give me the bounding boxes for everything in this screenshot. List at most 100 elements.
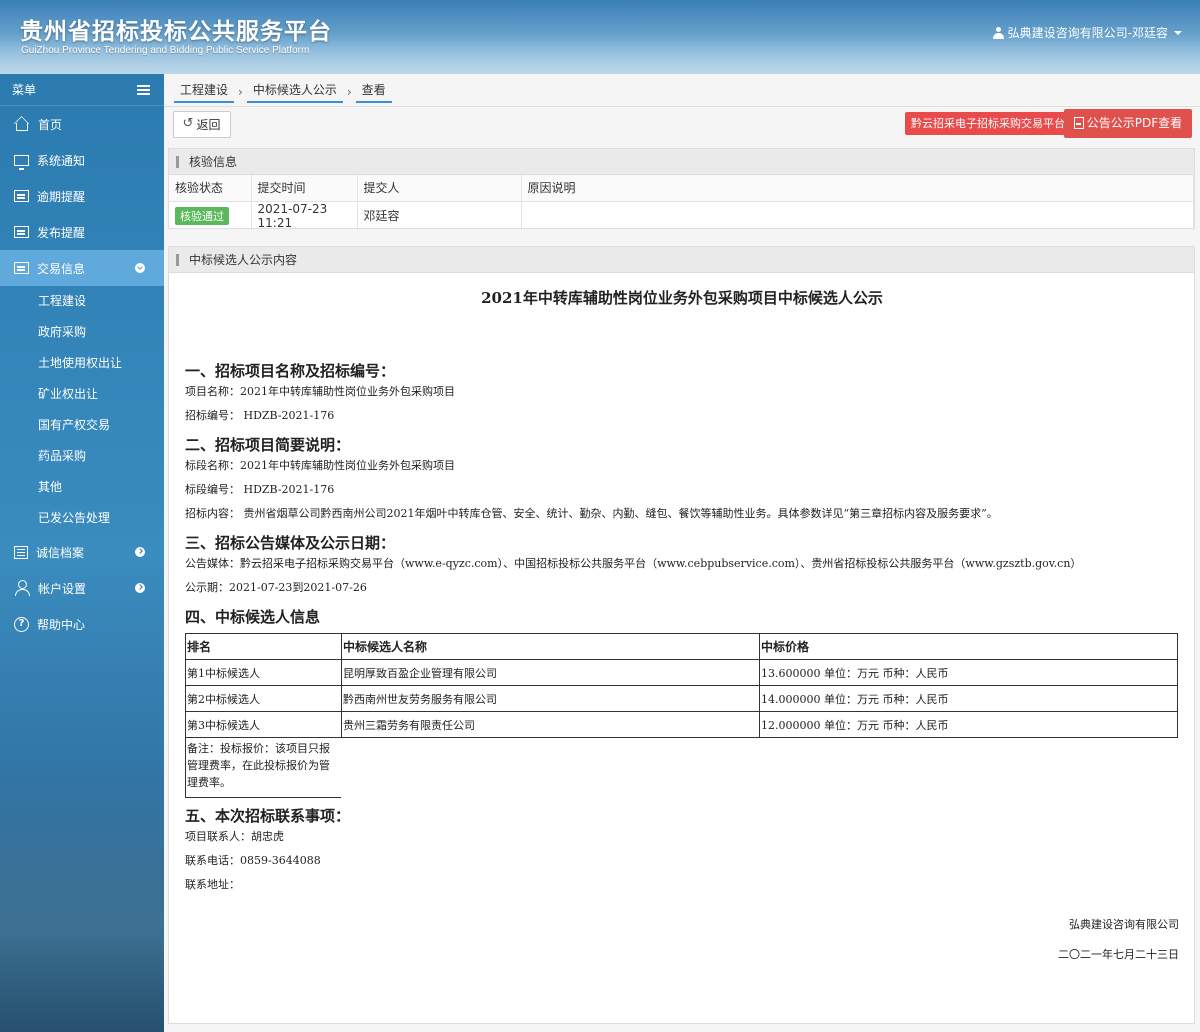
sidebar-background bbox=[0, 772, 164, 1032]
breadcrumb-candidates[interactable]: 中标候选人公示 bbox=[246, 81, 343, 103]
sidebar-item-label: 首页 bbox=[38, 117, 63, 132]
candidate-table: 排名 中标候选人名称 中标价格 第1中标候选人 昆明厚致百盈企业管理有限公司 1… bbox=[185, 633, 1178, 738]
submit-time: 2021-07-23 11:21 bbox=[251, 201, 358, 230]
paragraph: 联系电话：0859-3644088 bbox=[185, 854, 321, 867]
section-heading: 一、招标项目名称及招标编号： bbox=[185, 362, 396, 380]
sidebar-item-notices[interactable]: 系统通知 bbox=[0, 142, 164, 178]
breadcrumb-view[interactable]: 查看 bbox=[355, 81, 392, 103]
paragraph: 招标编号： HDZB-2021-176 bbox=[185, 409, 335, 422]
section-heading: 三、招标公告媒体及公示日期： bbox=[185, 534, 396, 552]
table-row: 第2中标候选人 黔西南州世友劳务服务有限公司 14.000000 单位：万元 币… bbox=[185, 685, 1178, 712]
sidebar-item-publish[interactable]: 发布提醒 bbox=[0, 214, 164, 250]
back-label: 返回 bbox=[196, 118, 221, 132]
paragraph: 招标内容： 贵州省烟草公司黔西南州公司2021年烟叶中转库仓管、安全、统计、勤杂… bbox=[185, 507, 998, 520]
hamburger-icon[interactable] bbox=[137, 85, 150, 95]
column-header: 提交时间 bbox=[251, 175, 358, 202]
table-row: 第3中标候选人 贵州三霜劳务有限责任公司 12.000000 单位：万元 币种：… bbox=[185, 711, 1178, 738]
user-menu[interactable]: 弘典建设咨询有限公司-邓廷容 bbox=[992, 24, 1182, 41]
help-icon: ? bbox=[14, 616, 29, 632]
subnav-land-use[interactable]: 土地使用权出让 bbox=[0, 348, 164, 379]
note: 备注：投标报价：该项目只报管理费率，在此投标报价为管理费率。 bbox=[185, 738, 341, 798]
subnav-mining[interactable]: 矿业权出让 bbox=[0, 379, 164, 410]
paragraph: 标段编号： HDZB-2021-176 bbox=[185, 483, 335, 496]
sidebar-item-credit[interactable]: 诚信档案 bbox=[0, 534, 164, 570]
site-subtitle: GuiZhou Province Tendering and Bidding P… bbox=[21, 45, 310, 56]
section-heading: 四、中标候选人信息 bbox=[185, 608, 321, 626]
content-panel: 中标候选人公示内容 2021年中转库辅助性岗位业务外包采购项目中标候选人公示 一… bbox=[168, 246, 1195, 1024]
sidebar-item-home[interactable]: 首页 bbox=[0, 106, 164, 142]
verify-table-header: 核验状态 提交时间 提交人 原因说明 bbox=[169, 175, 1194, 202]
toolbar: 返回 黔云招采电子招标采购交易平台 公告公示PDF查看 bbox=[164, 106, 1200, 142]
sidebar-item-account[interactable]: 帐户设置 bbox=[0, 570, 164, 606]
subnav-engineering[interactable]: 工程建设 bbox=[0, 286, 164, 317]
sidebar-item-label: 逾期提醒 bbox=[37, 189, 86, 204]
column-header: 核验状态 bbox=[169, 175, 252, 202]
main-content: 工程建设 › 中标候选人公示 › 查看 返回 黔云招采电子招标采购交易平台 公告… bbox=[164, 74, 1200, 1032]
price-cell: 14.000000 单位：万元 币种：人民币 bbox=[759, 685, 1178, 712]
paragraph: 项目联系人：胡忠虎 bbox=[185, 830, 284, 843]
monitor-icon bbox=[14, 154, 29, 170]
verify-panel: 核验信息 核验状态 提交时间 提交人 原因说明 核验通过 2021-07-23 … bbox=[168, 148, 1195, 230]
back-button[interactable]: 返回 bbox=[173, 111, 231, 138]
breadcrumb-engineering[interactable]: 工程建设 bbox=[174, 81, 235, 103]
column-header: 原因说明 bbox=[521, 175, 1194, 202]
sidebar-item-label: 帮助中心 bbox=[37, 617, 86, 632]
subnav-gov-procurement[interactable]: 政府采购 bbox=[0, 317, 164, 348]
chevron-right-icon: › bbox=[346, 85, 352, 99]
sidebar-item-label: 交易信息 bbox=[37, 261, 86, 276]
content-panel-title: 中标候选人公示内容 bbox=[169, 247, 1194, 273]
status-cell: 核验通过 bbox=[169, 201, 252, 230]
subnav-processed[interactable]: 已发公告处理 bbox=[0, 503, 164, 534]
subnav-other[interactable]: 其他 bbox=[0, 472, 164, 503]
box-icon bbox=[14, 190, 29, 202]
pdf-icon bbox=[1073, 117, 1084, 129]
candidate-table-header: 排名 中标候选人名称 中标价格 bbox=[185, 633, 1178, 660]
subnav-medicine[interactable]: 药品采购 bbox=[0, 441, 164, 472]
column-header: 中标价格 bbox=[759, 633, 1178, 660]
user-name: 弘典建设咨询有限公司-邓廷容 bbox=[1007, 26, 1168, 40]
top-header: 贵州省招标投标公共服务平台 GuiZhou Province Tendering… bbox=[0, 0, 1200, 74]
sidebar-item-overdue[interactable]: 逾期提醒 bbox=[0, 178, 164, 214]
name-cell: 黔西南州世友劳务服务有限公司 bbox=[341, 685, 760, 712]
pdf-label: 公告公示PDF查看 bbox=[1086, 116, 1183, 130]
site-title: 贵州省招标投标公共服务平台 bbox=[20, 19, 332, 45]
signer: 弘典建设咨询有限公司 bbox=[1069, 918, 1179, 931]
rank-cell: 第1中标候选人 bbox=[185, 659, 342, 686]
rank-cell: 第3中标候选人 bbox=[185, 711, 342, 738]
sidebar-item-help[interactable]: ? 帮助中心 bbox=[0, 606, 164, 642]
section-heading: 五、本次招标联系事项： bbox=[185, 807, 351, 825]
sidebar-item-trade-info[interactable]: 交易信息 bbox=[0, 250, 164, 286]
price-cell: 12.000000 单位：万元 币种：人民币 bbox=[759, 711, 1178, 738]
trade-info-submenu: 工程建设 政府采购 土地使用权出让 矿业权出让 国有产权交易 药品采购 其他 已… bbox=[0, 286, 164, 534]
subnav-state-assets[interactable]: 国有产权交易 bbox=[0, 410, 164, 441]
sidebar-item-label: 系统通知 bbox=[37, 153, 86, 168]
home-icon bbox=[16, 123, 28, 131]
chevron-right-icon: › bbox=[238, 85, 243, 99]
user-icon bbox=[992, 26, 1004, 39]
price-cell: 13.600000 单位：万元 币种：人民币 bbox=[759, 659, 1178, 686]
menu-header: 菜单 bbox=[0, 74, 164, 106]
user-icon bbox=[14, 580, 30, 596]
menu-label: 菜单 bbox=[12, 83, 37, 97]
paragraph: 标段名称：2021年中转库辅助性岗位业务外包采购项目 bbox=[185, 459, 455, 472]
chevron-down-icon bbox=[1174, 30, 1182, 35]
sidebar-item-label: 诚信档案 bbox=[36, 545, 85, 560]
column-header: 中标候选人名称 bbox=[341, 633, 760, 660]
sidebar-item-label: 发布提醒 bbox=[37, 225, 86, 240]
reason bbox=[521, 201, 1194, 230]
section-heading: 二、招标项目简要说明： bbox=[185, 436, 351, 454]
pdf-view-button[interactable]: 公告公示PDF查看 bbox=[1064, 109, 1192, 138]
paragraph: 公示期：2021-07-23到2021-07-26 bbox=[185, 581, 367, 594]
column-header: 排名 bbox=[185, 633, 342, 660]
box-icon bbox=[14, 226, 29, 238]
sidebar: 菜单 首页 系统通知 逾期提醒 发布提醒 交易信息 工程建设 政府采购 土地使用… bbox=[0, 74, 164, 1032]
table-row: 第1中标候选人 昆明厚致百盈企业管理有限公司 13.600000 单位：万元 币… bbox=[185, 659, 1178, 686]
chevron-right-icon bbox=[135, 583, 145, 593]
paragraph: 项目名称：2021年中转库辅助性岗位业务外包采购项目 bbox=[185, 385, 455, 398]
paragraph: 公告媒体：黔云招采电子招标采购交易平台（www.e-qyzc.com）、中国招标… bbox=[185, 557, 1082, 570]
verify-panel-title: 核验信息 bbox=[169, 149, 1194, 175]
rank-cell: 第2中标候选人 bbox=[185, 685, 342, 712]
sidebar-item-label: 帐户设置 bbox=[38, 581, 87, 596]
platform-link-button[interactable]: 黔云招采电子招标采购交易平台 bbox=[905, 112, 1071, 135]
